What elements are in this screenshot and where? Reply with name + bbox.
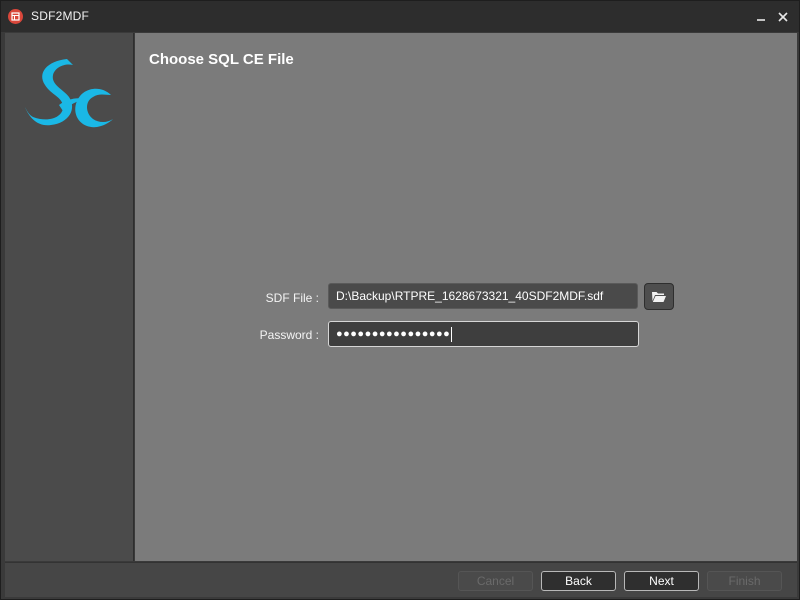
main-window: SDF2MDF Choose SQL CE File SDF File : D:… — [0, 0, 800, 600]
title-bar[interactable]: SDF2MDF — [1, 1, 799, 32]
window-title: SDF2MDF — [31, 9, 90, 23]
sdf-file-value: D:\Backup\RTPRE_1628673321_40SDF2MDF.sdf — [336, 289, 604, 303]
back-button[interactable]: Back — [541, 571, 616, 591]
password-value: ●●●●●●●●●●●●●●●● — [336, 328, 451, 340]
minimize-button[interactable] — [751, 7, 771, 27]
finish-button[interactable]: Finish — [707, 571, 782, 591]
sc-logo-icon — [25, 59, 113, 128]
content-panel: Choose SQL CE File SDF File : D:\Backup\… — [135, 33, 797, 561]
sdf-file-label: SDF File : — [265, 291, 319, 305]
footer-bar: Cancel Back Next Finish — [5, 562, 797, 597]
close-button[interactable] — [773, 7, 793, 27]
browse-button[interactable] — [644, 283, 674, 310]
app-logo-icon — [8, 9, 23, 24]
password-label: Password : — [259, 328, 319, 342]
sdf-file-input[interactable]: D:\Backup\RTPRE_1628673321_40SDF2MDF.sdf — [328, 283, 638, 309]
next-button[interactable]: Next — [624, 571, 699, 591]
sidebar — [5, 33, 134, 561]
close-icon — [778, 12, 788, 22]
page-title: Choose SQL CE File — [149, 51, 294, 68]
minimize-icon — [757, 19, 765, 21]
text-caret — [451, 326, 453, 342]
folder-open-icon — [652, 292, 666, 302]
cancel-button[interactable]: Cancel — [458, 571, 533, 591]
password-input[interactable]: ●●●●●●●●●●●●●●●● — [328, 321, 639, 347]
